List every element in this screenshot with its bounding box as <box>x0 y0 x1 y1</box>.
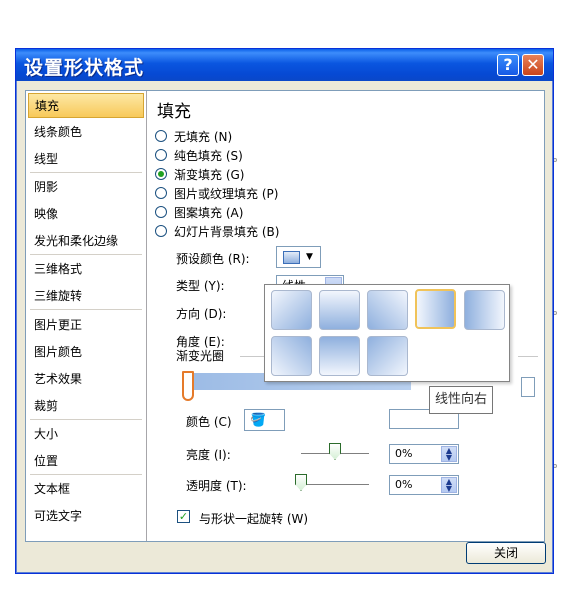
sidebar-item-text-box[interactable]: 文本框 <box>28 477 144 502</box>
direction-tile[interactable] <box>271 290 312 330</box>
direction-gallery <box>264 284 510 382</box>
radio-label: 图片或纹理填充 (P) <box>174 186 279 201</box>
divider <box>30 309 142 310</box>
radio-pattern-fill[interactable]: 图案填充 (A) <box>155 203 243 221</box>
sidebar-item-size[interactable]: 大小 <box>28 422 144 447</box>
gradient-stop-handle[interactable] <box>182 371 194 401</box>
divider <box>518 356 538 357</box>
radio-button[interactable] <box>155 206 167 218</box>
sidebar-item-picture-color[interactable]: 图片颜色 <box>28 340 144 365</box>
color-dropdown[interactable]: 🪣 <box>244 409 285 431</box>
direction-tile[interactable] <box>464 290 505 330</box>
sidebar-item-3d-rotation[interactable]: 三维旋转 <box>28 284 144 309</box>
transparency-label: 透明度 (T): <box>186 479 247 493</box>
radio-solid-fill[interactable]: 纯色填充 (S) <box>155 146 243 164</box>
direction-tile[interactable] <box>367 290 408 330</box>
radio-label: 纯色填充 (S) <box>174 148 243 163</box>
divider <box>30 254 142 255</box>
transparency-slider-track[interactable] <box>301 484 369 486</box>
radio-label: 图案填充 (A) <box>174 205 244 220</box>
spin-arrows-icon[interactable]: ▲ ▼ <box>441 446 457 462</box>
radio-button[interactable] <box>155 149 167 161</box>
radio-label: 幻灯片背景填充 (B) <box>174 224 280 239</box>
color-label: 颜色 (C) <box>186 415 232 429</box>
sidebar-item-glow-soft-edges[interactable]: 发光和柔化边缘 <box>28 229 144 254</box>
section-title: 填充 <box>157 102 191 122</box>
sidebar-item-picture-corrections[interactable]: 图片更正 <box>28 313 144 338</box>
gradient-stops-label: 渐变光圈 <box>176 349 225 363</box>
gradient-swatch <box>283 250 300 264</box>
radio-button[interactable] <box>155 130 167 142</box>
preset-colors-dropdown[interactable]: ▼ <box>276 246 321 268</box>
close-button[interactable]: 关闭 <box>466 542 546 564</box>
direction-label: 方向 (D): <box>176 307 227 321</box>
direction-tile[interactable] <box>319 290 360 330</box>
sidebar-item-fill[interactable]: 填充 <box>28 93 144 118</box>
radio-button[interactable] <box>155 187 167 199</box>
divider <box>30 474 142 475</box>
direction-tile-selected[interactable] <box>415 289 456 329</box>
help-icon[interactable]: ? <box>497 54 519 76</box>
divider <box>30 172 142 173</box>
direction-tile[interactable] <box>271 336 312 376</box>
sidebar-item-3d-format[interactable]: 三维格式 <box>28 257 144 282</box>
brightness-input[interactable]: 0% ▲ ▼ <box>389 444 459 464</box>
brightness-slider-thumb[interactable] <box>329 443 341 460</box>
paint-bucket-icon: 🪣 <box>250 412 267 428</box>
preset-colors-label: 预设颜色 (R): <box>176 252 250 266</box>
transparency-value: 0% <box>395 478 413 491</box>
direction-tile[interactable] <box>367 336 408 376</box>
sidebar-item-crop[interactable]: 裁剪 <box>28 394 144 419</box>
type-label: 类型 (Y): <box>176 279 225 293</box>
radio-picture-texture-fill[interactable]: 图片或纹理填充 (P) <box>155 184 278 202</box>
radio-label: 无填充 (N) <box>174 129 233 144</box>
tooltip: 线性向右 <box>429 386 494 414</box>
rotate-with-shape-label: 与形状一起旋转 (W) <box>199 512 309 526</box>
radio-gradient-fill[interactable]: 渐变填充 (G) <box>155 165 244 183</box>
close-icon[interactable]: ✕ <box>522 54 544 76</box>
sidebar-item-line-color[interactable]: 线条颜色 <box>28 120 144 145</box>
transparency-slider-thumb[interactable] <box>295 474 307 491</box>
radio-slide-background-fill[interactable]: 幻灯片背景填充 (B) <box>155 222 279 240</box>
sidebar-item-position[interactable]: 位置 <box>28 449 144 474</box>
remove-stop-button[interactable] <box>521 377 535 397</box>
sidebar-item-line-style[interactable]: 线型 <box>28 147 144 172</box>
category-sidebar: 填充 线条颜色 线型 阴影 映像 发光和柔化边缘 三维格式 三维旋转 图片更正 … <box>26 91 147 541</box>
dialog-title: 设置形状格式 <box>24 57 145 79</box>
radio-no-fill[interactable]: 无填充 (N) <box>155 127 232 145</box>
brightness-label: 亮度 (I): <box>186 448 231 462</box>
radio-button-selected[interactable] <box>155 168 167 180</box>
sidebar-item-shadow[interactable]: 阴影 <box>28 175 144 200</box>
sidebar-item-alt-text[interactable]: 可选文字 <box>28 504 144 529</box>
sidebar-item-reflection[interactable]: 映像 <box>28 202 144 227</box>
radio-button[interactable] <box>155 225 167 237</box>
sidebar-item-artistic-effects[interactable]: 艺术效果 <box>28 367 144 392</box>
radio-label: 渐变填充 (G) <box>174 167 245 182</box>
title-bar[interactable]: 设置形状格式 ? ✕ <box>16 49 553 81</box>
chevron-down-icon: ▼ <box>306 252 313 262</box>
spin-arrows-icon[interactable]: ▲ ▼ <box>441 477 457 493</box>
brightness-value: 0% <box>395 447 413 460</box>
divider <box>30 419 142 420</box>
rotate-with-shape-checkbox[interactable]: ✓ <box>177 510 190 523</box>
direction-tile[interactable] <box>319 336 360 376</box>
transparency-input[interactable]: 0% ▲ ▼ <box>389 475 459 495</box>
